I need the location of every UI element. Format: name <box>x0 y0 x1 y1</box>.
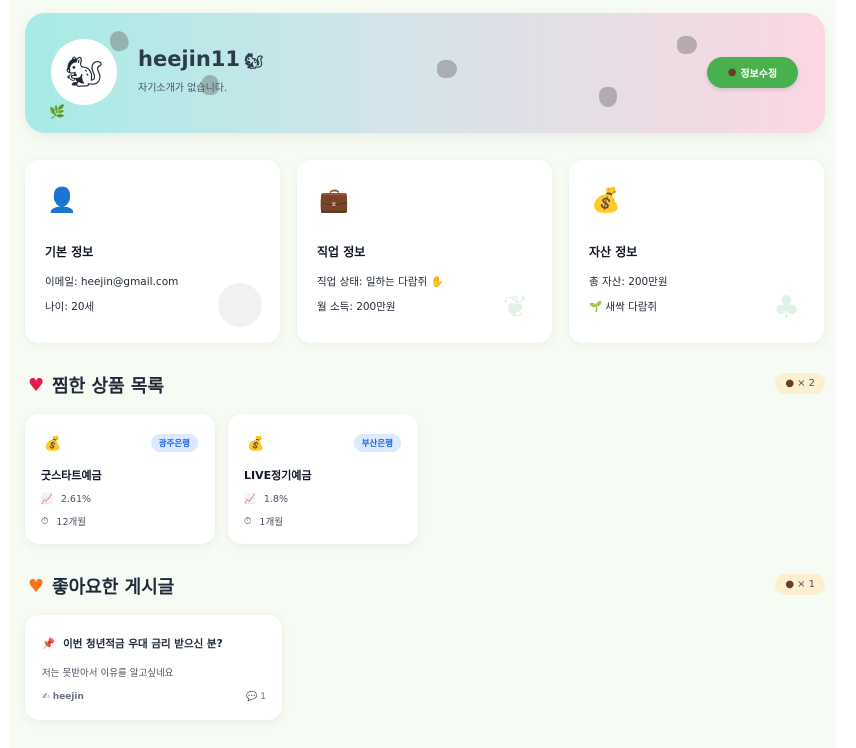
monthly-income-text: 월 소득: 200만원 <box>317 301 396 313</box>
card-title: 기본 정보 <box>45 245 94 259</box>
chestnut-decoration-icon <box>677 36 697 54</box>
chestnut-decoration-icon <box>107 28 131 54</box>
bio-text: 자기소개가 없습니다. <box>138 83 228 94</box>
liked-posts-count: ● × 1 <box>775 574 825 595</box>
comment-icon: 💬 <box>246 692 258 702</box>
username: heejin11 🐿 <box>138 47 263 71</box>
post-body: 저는 못받아서 이유를 알고싶네요 <box>42 668 174 679</box>
product-rate: 📈 1.8% <box>244 494 288 505</box>
product-card[interactable]: 💰 광주은행 굿스타트예금 📈 2.61% ⏱ 12개월 <box>25 414 215 544</box>
job-info-card: 💼 직업 정보 직업 상태: 일하는 다람쥐 ✋ 월 소득: 200만원 ❦ <box>297 160 552 343</box>
page: 🌿 🐿 heejin11 🐿 자기소개가 없습니다. ● 정보수정 👤 기본 정보… <box>10 0 836 748</box>
chart-icon: 📈 <box>244 494 256 505</box>
card-title: 직업 정보 <box>317 245 366 259</box>
chestnut-decoration-icon <box>437 60 457 78</box>
briefcase-icon: 💼 <box>319 186 349 214</box>
liked-products-heading: ♥ 찜한 상품 목록 <box>28 372 164 398</box>
bank-badge: 광주은행 <box>150 434 198 452</box>
basic-info-card: 👤 기본 정보 이메일: heejin@gmail.com 나이: 20세 <box>25 160 280 343</box>
person-icon: 👤 <box>47 186 77 214</box>
liked-products-count: ● × 2 <box>775 373 825 394</box>
avatar: 🐿 <box>51 39 117 105</box>
tree-decoration-icon: ♣ <box>773 290 800 325</box>
squirrel-icon: 🐿 <box>64 54 104 90</box>
rate-text: 1.8% <box>263 494 288 505</box>
product-term: ⏱ 1개월 <box>244 514 283 529</box>
count-text: × 1 <box>797 579 815 590</box>
age-text: 나이: 20세 <box>45 301 95 313</box>
chestnut-icon: ● <box>785 378 795 389</box>
chestnut-decoration-icon <box>218 283 262 327</box>
term-text: 1개월 <box>259 517 283 528</box>
term-text: 12개월 <box>56 517 86 528</box>
username-text: heejin11 <box>138 47 241 71</box>
heart-icon: ♥ <box>28 575 45 597</box>
section-title-text: 좋아요한 게시글 <box>52 577 175 598</box>
post-comments: 💬 1 <box>246 692 266 702</box>
email-text: 이메일: heejin@gmail.com <box>45 276 179 288</box>
rate-text: 2.61% <box>60 494 92 505</box>
post-title: 📌 이번 청년적금 우대 금리 받으신 분? <box>42 636 223 651</box>
post-author: ✍ heejin <box>42 692 84 702</box>
timer-icon: ⏱ <box>41 515 49 527</box>
count-text: × 2 <box>797 378 815 389</box>
card-title: 자산 정보 <box>589 245 638 259</box>
timer-icon: ⏱ <box>244 515 252 527</box>
author-text: heejin <box>52 692 84 702</box>
post-title-text: 이번 청년적금 우대 금리 받으신 분? <box>63 638 223 650</box>
chestnut-decoration-icon <box>599 87 617 107</box>
product-name: 굿스타트예금 <box>41 469 102 482</box>
pushpin-icon: 📌 <box>42 638 56 650</box>
chestnut-icon: ● <box>785 579 795 590</box>
asset-info-card: 💰 자산 정보 총 자산: 200만원 🌱 새싹 다람쥐 ♣ <box>569 160 824 343</box>
comment-count: 1 <box>260 692 266 702</box>
total-assets-text: 총 자산: 200만원 <box>589 276 668 288</box>
leaf-decoration-icon: ❦ <box>502 290 528 325</box>
edit-profile-label: 정보수정 <box>740 69 778 80</box>
level-text: 🌱 새싹 다람쥐 <box>589 301 658 313</box>
heart-icon: ♥ <box>28 374 45 396</box>
product-card[interactable]: 💰 부산은행 LIVE정기예금 📈 1.8% ⏱ 1개월 <box>228 414 418 544</box>
squirrel-icon: 🐿 <box>244 52 264 70</box>
edit-profile-button[interactable]: ● 정보수정 <box>707 57 798 88</box>
writing-hand-icon: ✍ <box>42 692 50 702</box>
post-card[interactable]: 📌 이번 청년적금 우대 금리 받으신 분? 저는 못받아서 이유를 알고싶네요… <box>25 615 282 720</box>
money-bag-icon: 💰 <box>44 436 62 452</box>
chestnut-icon: ● <box>727 67 737 78</box>
job-status-text: 직업 상태: 일하는 다람쥐 ✋ <box>317 276 444 288</box>
leaf-decoration-icon: 🌿 <box>49 105 66 120</box>
liked-posts-heading: ♥ 좋아요한 게시글 <box>28 573 174 599</box>
money-bag-icon: 💰 <box>591 186 621 214</box>
product-rate: 📈 2.61% <box>41 494 91 505</box>
product-name: LIVE정기예금 <box>244 469 312 482</box>
profile-banner: 🌿 🐿 heejin11 🐿 자기소개가 없습니다. ● 정보수정 <box>25 13 825 133</box>
bank-badge: 부산은행 <box>353 434 401 452</box>
product-term: ⏱ 12개월 <box>41 514 86 529</box>
section-title-text: 찜한 상품 목록 <box>52 376 165 397</box>
chart-icon: 📈 <box>41 494 53 505</box>
money-bag-icon: 💰 <box>247 436 265 452</box>
